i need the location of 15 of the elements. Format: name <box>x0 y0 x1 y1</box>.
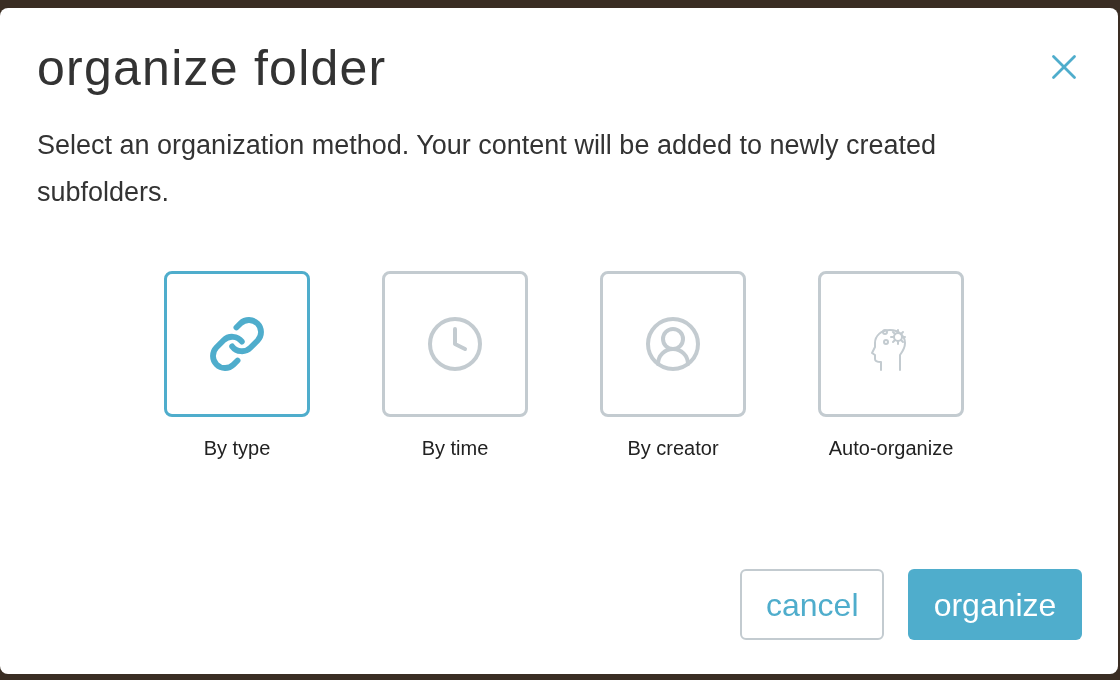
option-tile[interactable] <box>382 271 528 417</box>
user-icon <box>643 314 703 374</box>
organize-button[interactable]: organize <box>908 569 1082 640</box>
option-label: Auto-organize <box>828 436 954 461</box>
option-tile[interactable] <box>818 271 964 417</box>
dialog-title: organize folder <box>37 39 387 98</box>
link-icon <box>208 315 266 373</box>
option-label: By type <box>203 436 271 461</box>
option-tile[interactable] <box>600 271 746 417</box>
dialog-description: Select an organization method. Your content will be added to newly created subfolders. <box>37 129 938 209</box>
cancel-button[interactable]: cancel <box>740 569 884 640</box>
option-label: By time <box>421 436 489 461</box>
option-tile[interactable] <box>164 271 310 417</box>
clock-icon <box>425 314 485 374</box>
option-label: By creator <box>627 436 719 461</box>
